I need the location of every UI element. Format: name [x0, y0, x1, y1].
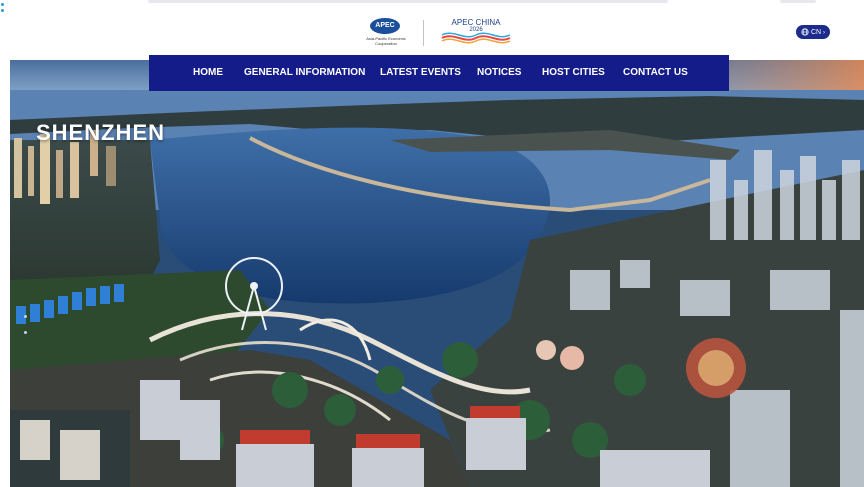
nav-item-latest-events[interactable]: LATEST EVENTS — [380, 55, 461, 91]
apec-logo[interactable]: APEC Asia-Pacific Economic Cooperation — [360, 18, 412, 48]
edge-marker — [1, 3, 4, 6]
carousel-dot[interactable] — [24, 331, 27, 334]
language-label: CN — [810, 29, 822, 36]
nav-item-general-information[interactable]: GENERAL INFORMATION — [244, 55, 365, 91]
apec-china-logo-title: APEC CHINA — [451, 18, 501, 27]
top-strip-bar-small — [780, 0, 816, 3]
logo-divider — [423, 20, 424, 46]
carousel-indicators — [24, 315, 27, 347]
nav-item-home[interactable]: HOME — [193, 55, 223, 91]
main-nav: HOME GENERAL INFORMATION LATEST EVENTS N… — [149, 55, 729, 91]
apec-logo-subtitle: Asia-Pacific Economic Cooperation — [366, 36, 406, 46]
nav-item-host-cities[interactable]: HOST CITIES — [542, 55, 605, 91]
nav-item-contact-us[interactable]: CONTACT US — [623, 55, 688, 91]
globe-icon — [801, 28, 809, 36]
chevron-right-icon: › — [823, 30, 826, 36]
edge-marker — [1, 9, 4, 12]
hero-banner: SHENZHEN — [10, 60, 864, 487]
hero-city-title: SHENZHEN — [36, 120, 166, 145]
nav-item-notices[interactable]: NOTICES — [477, 55, 521, 91]
apec-china-swoosh-icon — [441, 32, 511, 44]
carousel-dot[interactable] — [24, 315, 27, 318]
left-edge — [0, 0, 10, 487]
apec-logo-badge: APEC — [370, 18, 400, 34]
apec-china-2026-logo[interactable]: APEC CHINA 2026 — [436, 18, 516, 46]
top-strip-bar — [148, 0, 668, 3]
language-switch-button[interactable]: CN › — [796, 25, 830, 39]
